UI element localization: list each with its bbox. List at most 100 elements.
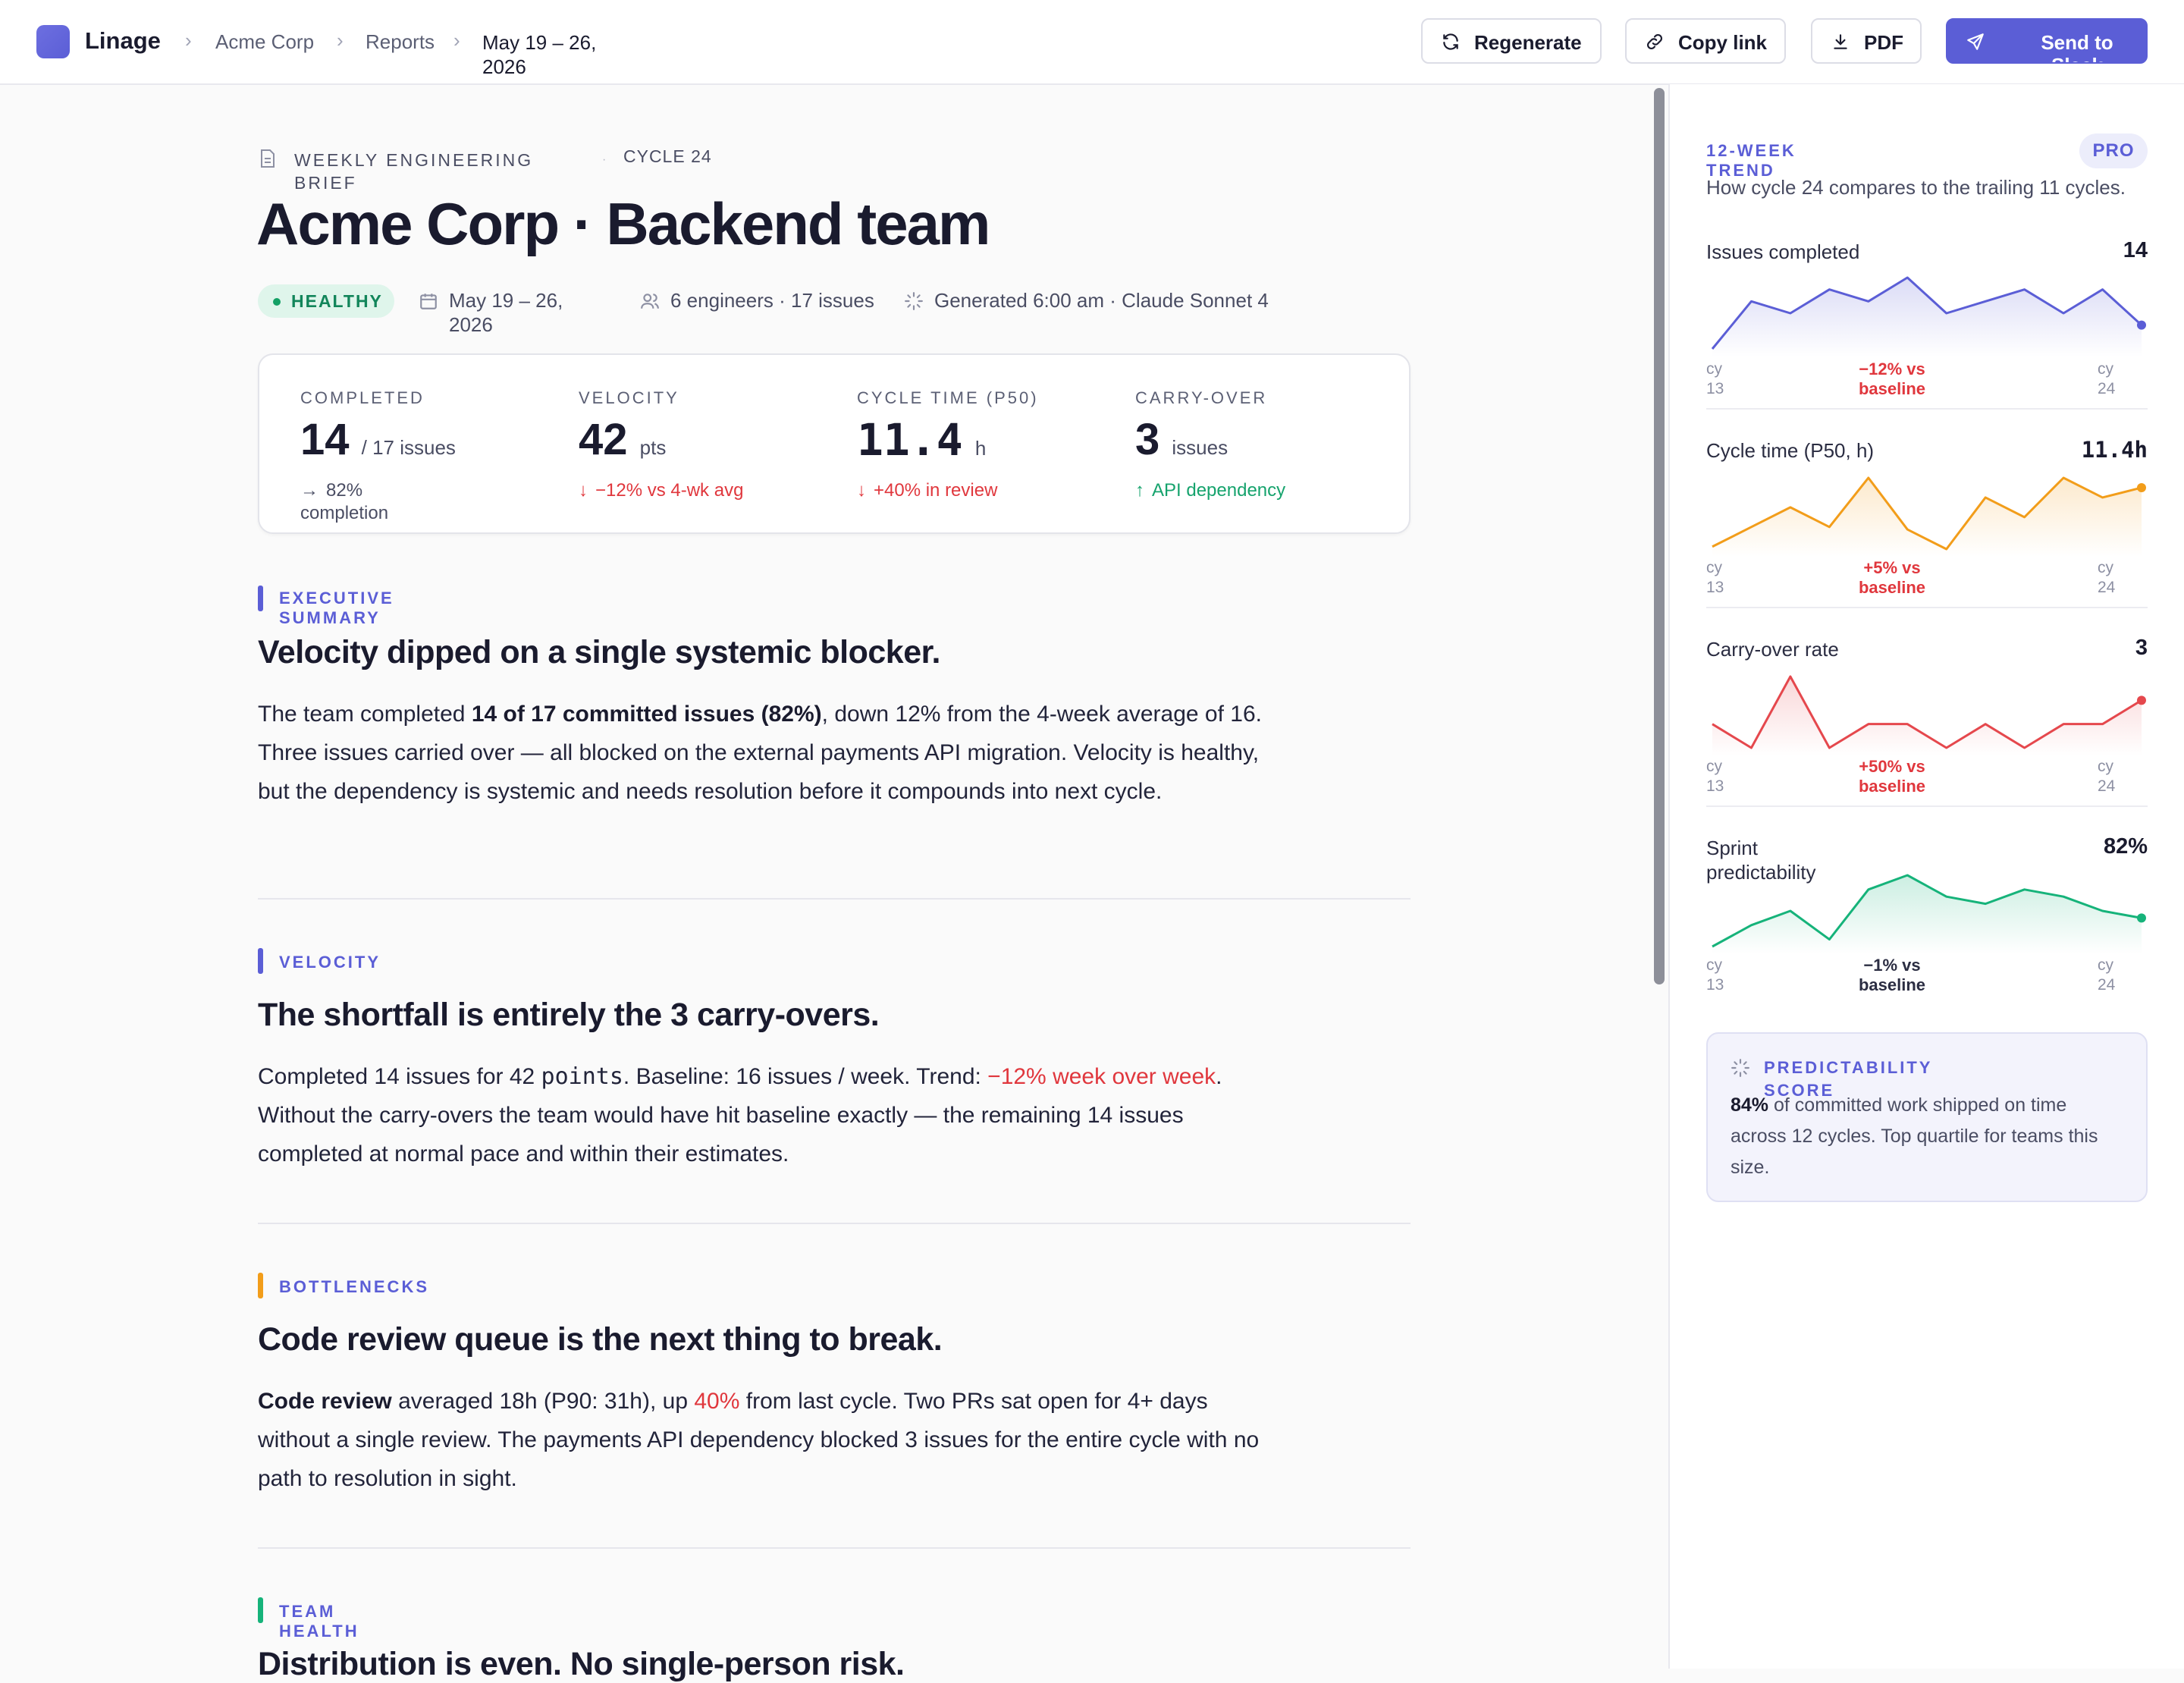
section-label-velocity: VELOCITY — [279, 953, 381, 972]
status-badge: HEALTHY — [258, 284, 394, 318]
section-label-team: TEAM HEALTH — [279, 1602, 359, 1641]
pro-badge: PRO — [2079, 133, 2148, 168]
meta-team: 6 engineers · 17 issues — [670, 289, 874, 312]
sparkline-area — [1712, 677, 2142, 755]
spark-delta: +50% vs baseline — [1858, 757, 1926, 796]
body-text: The team completed — [258, 702, 472, 727]
spark-delta: −12% vs baseline — [1858, 360, 1926, 398]
kpi-label: VELOCITY — [579, 388, 679, 407]
kpi-label: COMPLETED — [300, 388, 425, 407]
pdf-label: PDF — [1864, 31, 1903, 54]
spark-value: 3 — [2135, 636, 2148, 660]
section-label-summary: EXECUTIVE SUMMARY — [279, 589, 394, 627]
predictability-text: 84% of committed work shipped on time ac… — [1731, 1090, 2125, 1183]
spark-value: 14 — [2123, 238, 2148, 262]
arrow-down-icon: ↓ — [579, 480, 588, 501]
axis-start-label: cy 13 — [1706, 758, 1724, 795]
spark-title: Carry-over rate — [1706, 638, 1839, 661]
status-badge-label: HEALTHY — [291, 291, 383, 311]
kpi-carry-over: CARRY-OVER 3 issues ↑ API dependency — [1135, 388, 1393, 501]
section-accent-bar — [258, 586, 263, 611]
brief-kicker: WEEKLY ENGINEERING BRIEF — [294, 150, 534, 193]
sparkline-area — [1712, 478, 2142, 557]
predictability-value: 84% — [1731, 1094, 1769, 1116]
section-heading-bottlenecks: Code review queue is the next thing to b… — [258, 1321, 943, 1358]
kpi-card: COMPLETED 14 / 17 issues → 82% completion… — [258, 353, 1410, 534]
document-icon — [261, 149, 275, 168]
meta-generated: Generated 6:00 am · Claude Sonnet 4 — [934, 289, 1269, 312]
section-divider — [258, 1547, 1410, 1549]
kpi-delta: ↓ +40% in review — [857, 479, 997, 502]
link-icon — [1647, 34, 1662, 49]
axis-start-label: cy 13 — [1706, 559, 1724, 596]
breadcrumb-current: May 19 – 26, 2026 — [482, 31, 597, 78]
spark-delta: +5% vs baseline — [1858, 558, 1926, 597]
kpi-label: CARRY-OVER — [1135, 388, 1268, 407]
top-bar: Linage › Acme Corp › Reports › May 19 – … — [0, 0, 2184, 85]
cycle-label: CYCLE 24 — [623, 146, 712, 166]
sparkline-area — [1712, 278, 2142, 356]
section-body-velocity: Completed 14 issues for 42 points. Basel… — [258, 1057, 1266, 1173]
chevron-right-icon: › — [337, 29, 344, 52]
body-highlight: 40% — [694, 1389, 740, 1414]
breadcrumb-org[interactable]: Acme Corp — [215, 30, 314, 54]
separator-dot: · — [602, 153, 607, 166]
kpi-velocity: VELOCITY 42 pts ↓ −12% vs 4-wk avg — [579, 388, 836, 501]
sparkline-endpoint — [2137, 695, 2146, 705]
kpi-delta: → 82% completion — [300, 479, 429, 525]
sparkle-icon — [905, 292, 923, 310]
spark-divider — [1706, 805, 2148, 807]
sparkline-endpoint — [2137, 482, 2146, 492]
axis-start-label: cy 13 — [1706, 956, 1724, 994]
download-icon — [1834, 34, 1847, 49]
meta-date-range: May 19 – 26, 2026 — [449, 289, 563, 336]
copy-link-button[interactable]: Copy link — [1625, 18, 1786, 64]
kpi-unit: issues — [1172, 436, 1228, 459]
sparkline-chart — [1712, 476, 2146, 557]
arrow-right-icon: → — [300, 480, 318, 501]
sparkline-chart — [1711, 276, 2146, 356]
refresh-icon — [1443, 33, 1458, 50]
trend-subtitle: How cycle 24 compares to the trailing 11… — [1706, 176, 2126, 199]
pdf-button[interactable]: PDF — [1811, 18, 1922, 64]
scrollbar-thumb[interactable] — [1654, 88, 1665, 984]
kpi-delta-text: API dependency — [1152, 480, 1286, 501]
section-accent-bar — [258, 948, 263, 974]
status-dot-icon — [273, 298, 281, 306]
spark-title: Issues completed — [1706, 240, 1860, 263]
section-heading-team: Distribution is even. No single-person r… — [258, 1646, 905, 1682]
spark-value: 82% — [2103, 834, 2148, 859]
kpi-unit: / 17 issues — [361, 436, 456, 459]
kpi-value: 14 / 17 issues — [300, 414, 456, 465]
axis-start-label: cy 13 — [1706, 360, 1724, 397]
spark-divider — [1706, 408, 2148, 410]
section-accent-bar — [258, 1597, 263, 1623]
users-icon — [641, 294, 659, 309]
breadcrumb-reports[interactable]: Reports — [366, 30, 435, 54]
send-icon — [1967, 33, 1984, 50]
app-logo[interactable] — [36, 25, 70, 58]
regenerate-label: Regenerate — [1474, 31, 1582, 54]
section-divider — [258, 898, 1410, 900]
regenerate-button[interactable]: Regenerate — [1421, 18, 1602, 64]
kpi-unit: h — [974, 437, 987, 460]
sparkline-chart — [1712, 675, 2146, 755]
copy-link-label: Copy link — [1678, 31, 1768, 54]
spark-title: Cycle time (P50, h) — [1706, 439, 1875, 462]
section-heading-summary: Velocity dipped on a single systemic blo… — [258, 634, 940, 670]
kpi-cycle-time: CYCLE TIME (P50) 11.4 h ↓ +40% in review — [857, 388, 1115, 501]
kpi-delta: ↓ −12% vs 4-wk avg — [579, 479, 743, 502]
sparkle-icon — [1731, 1059, 1749, 1077]
send-to-slack-button[interactable]: Send to Slack — [1946, 18, 2148, 64]
body-code: points — [541, 1063, 623, 1090]
arrow-down-icon: ↓ — [857, 480, 866, 501]
sparkline-chart — [1712, 874, 2146, 954]
body-highlight: −12% week over week — [987, 1064, 1216, 1089]
axis-end-label: cy 24 — [2098, 956, 2116, 994]
body-text: Completed 14 issues for 42 — [258, 1064, 541, 1089]
kpi-label: CYCLE TIME (P50) — [857, 388, 1039, 407]
send-to-slack-label: Send to Slack — [2041, 31, 2113, 62]
kpi-delta: ↑ API dependency — [1135, 479, 1285, 502]
app-name[interactable]: Linage — [85, 27, 161, 55]
calendar-icon — [420, 294, 437, 309]
